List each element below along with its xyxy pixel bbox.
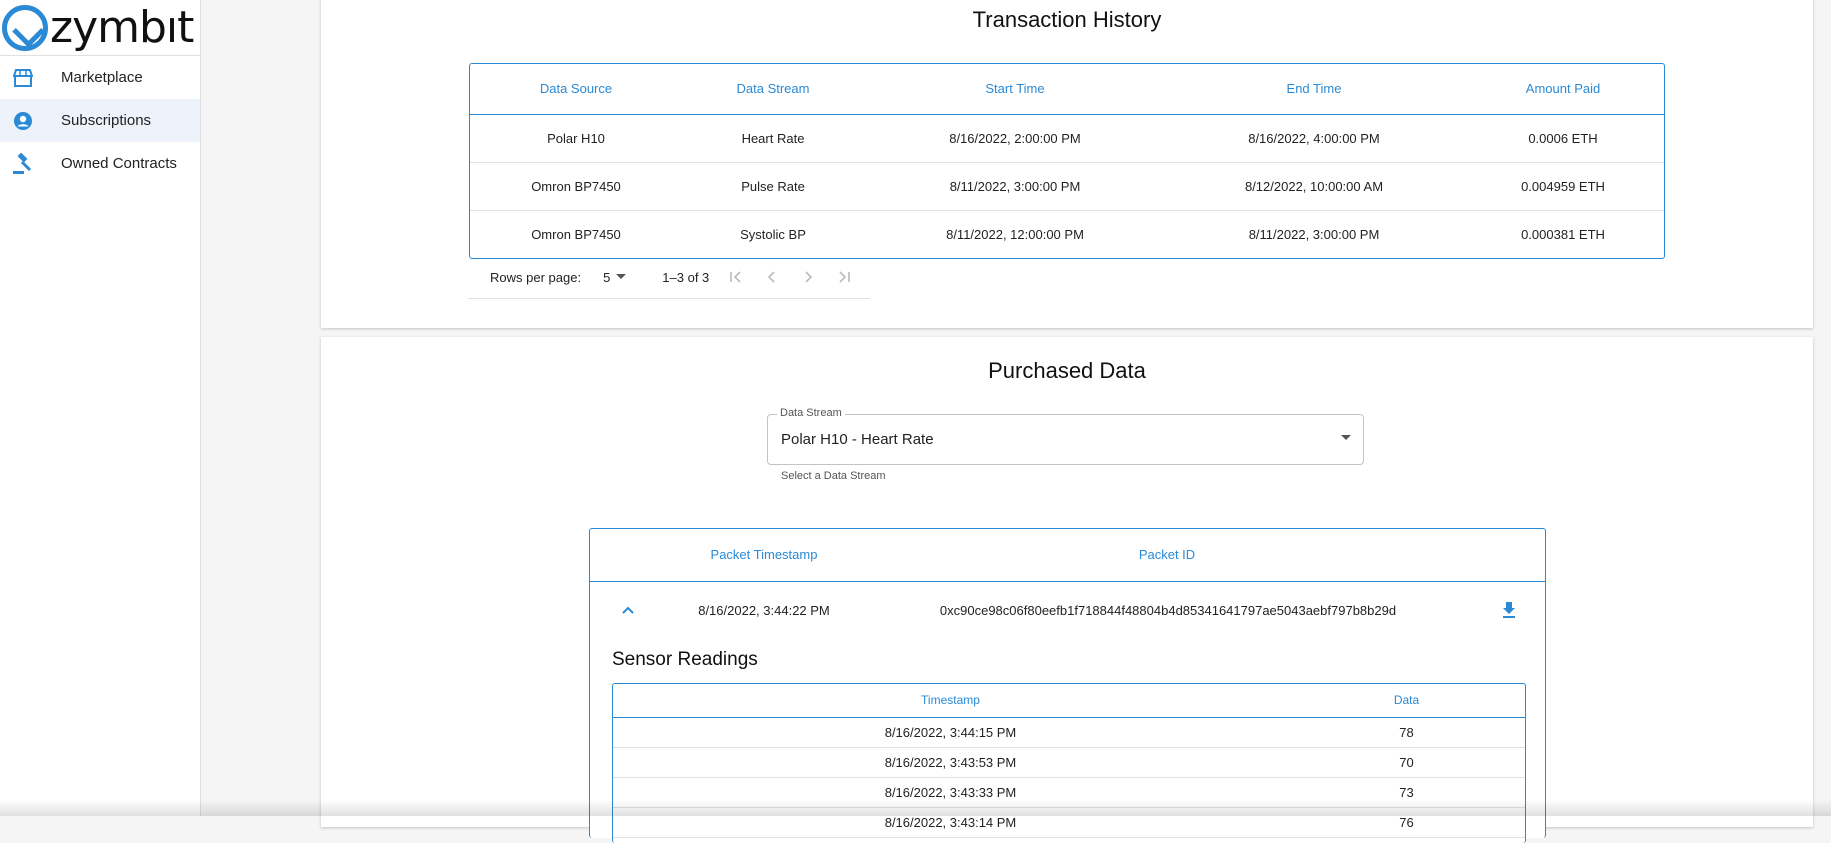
cell-timestamp: 8/16/2022, 3:44:15 PM xyxy=(613,717,1288,748)
table-row[interactable]: Omron BP7450 Systolic BP 8/11/2022, 12:0… xyxy=(470,210,1664,258)
column-header-data-stream[interactable]: Data Stream xyxy=(682,64,864,115)
cell-end-time: 8/16/2022, 4:00:00 PM xyxy=(1166,114,1462,163)
sensor-readings-table: Timestamp Data 8/16/2022, 3:44:15 PM 78 … xyxy=(612,683,1526,843)
column-header-timestamp[interactable]: Timestamp xyxy=(613,684,1288,718)
cell-amount-paid: 0.004959 ETH xyxy=(1462,162,1664,211)
rows-per-page-select[interactable]: 5 xyxy=(603,269,627,285)
transaction-history-title: Transaction History xyxy=(972,7,1162,32)
download-icon xyxy=(1503,602,1515,618)
sidebar-item-label: Owned Contracts xyxy=(61,155,177,172)
sidebar-item-marketplace[interactable]: Marketplace xyxy=(0,56,200,99)
caret-down-icon xyxy=(616,274,627,279)
cell-start-time: 8/16/2022, 2:00:00 PM xyxy=(864,114,1166,163)
table-header-row: Packet Timestamp Packet ID xyxy=(590,529,1545,582)
cell-data-stream: Pulse Rate xyxy=(682,162,864,211)
gavel-icon xyxy=(12,152,34,175)
rows-per-page-label: Rows per page: xyxy=(490,269,582,285)
cell-timestamp: 8/16/2022, 3:43:53 PM xyxy=(613,747,1288,778)
chevron-left-icon xyxy=(768,271,775,283)
data-stream-select[interactable]: Data Stream Polar H10 - Heart Rate xyxy=(767,407,1364,465)
column-header-data[interactable]: Data xyxy=(1288,684,1525,718)
collapse-row-button[interactable] xyxy=(590,606,665,614)
previous-page-button[interactable] xyxy=(763,271,781,283)
caret-down-icon xyxy=(1341,435,1351,440)
sidebar-item-subscriptions[interactable]: Subscriptions xyxy=(0,99,200,142)
cell-data-source: Polar H10 xyxy=(470,114,682,163)
first-page-icon xyxy=(730,271,741,283)
storefront-icon xyxy=(12,67,34,89)
column-header-amount-paid[interactable]: Amount Paid xyxy=(1462,64,1664,115)
cell-data-source: Omron BP7450 xyxy=(470,162,682,211)
column-header-data-source[interactable]: Data Source xyxy=(470,64,682,115)
packet-row[interactable]: 8/16/2022, 3:44:22 PM 0xc90ce98c06f80eef… xyxy=(590,582,1545,638)
packet-table: Packet Timestamp Packet ID 8/16/2022, 3:… xyxy=(589,528,1546,843)
table-pagination: Rows per page: 5 1–3 of 3 xyxy=(468,256,870,299)
cell-data-stream: Heart Rate xyxy=(682,114,864,163)
sensor-readings-title: Sensor Readings xyxy=(612,649,758,670)
chevron-right-icon xyxy=(805,271,813,283)
table-header-row: Data Source Data Stream Start Time End T… xyxy=(470,64,1664,115)
zymbit-logo-icon xyxy=(2,4,48,51)
cell-amount-paid: 0.0006 ETH xyxy=(1462,114,1664,163)
next-page-button[interactable] xyxy=(799,271,817,283)
page-bottom-shadow xyxy=(0,800,1831,816)
logo-text: zymbıt xyxy=(50,1,194,53)
table-row[interactable]: Polar H10 Heart Rate 8/16/2022, 2:00:00 … xyxy=(470,114,1664,163)
first-page-button[interactable] xyxy=(727,271,745,283)
column-header-packet-id[interactable]: Packet ID xyxy=(938,529,1396,582)
cell-end-time: 8/11/2022, 3:00:00 PM xyxy=(1248,226,1380,242)
data-stream-helper-text: Select a Data Stream xyxy=(781,470,886,482)
last-page-button[interactable] xyxy=(835,271,853,283)
purchased-data-title: Purchased Data xyxy=(988,358,1146,383)
table-row[interactable]: Omron BP7450 Pulse Rate 8/11/2022, 3:00:… xyxy=(470,162,1664,211)
account-circle-icon xyxy=(12,110,34,132)
zymbit-logo[interactable]: zymbıt xyxy=(0,0,200,56)
table-row: 8/16/2022, 3:43:53 PM 70 xyxy=(613,747,1525,778)
table-row: 8/16/2022, 3:44:15 PM 78 xyxy=(613,717,1525,748)
packet-timestamp: 8/16/2022, 3:44:22 PM xyxy=(698,602,830,618)
pagination-range: 1–3 of 3 xyxy=(662,269,710,285)
table-header-row: Timestamp Data xyxy=(613,684,1525,718)
cell-amount-paid: 0.000381 ETH xyxy=(1521,226,1605,242)
data-stream-select-value: Polar H10 - Heart Rate xyxy=(781,431,934,448)
cell-start-time: 8/11/2022, 12:00:00 PM xyxy=(946,226,1084,242)
sidebar-item-label: Subscriptions xyxy=(61,112,152,129)
cell-data-stream: Systolic BP xyxy=(740,226,806,242)
chevron-up-icon xyxy=(621,606,634,614)
cell-data: 78 xyxy=(1288,717,1525,748)
cell-data-source: Omron BP7450 xyxy=(531,226,621,242)
rows-per-page-value: 5 xyxy=(603,269,611,285)
cell-end-time: 8/12/2022, 10:00:00 AM xyxy=(1166,162,1462,211)
transaction-history-card: Transaction History Data Source Data Str… xyxy=(321,0,1813,328)
last-page-icon xyxy=(839,271,851,283)
purchased-data-card: Purchased Data Data Stream Polar H10 - H… xyxy=(321,337,1813,843)
cell-data: 70 xyxy=(1288,747,1525,778)
column-header-packet-timestamp[interactable]: Packet Timestamp xyxy=(590,529,938,582)
data-stream-select-label: Data Stream xyxy=(777,407,845,419)
column-header-end-time[interactable]: End Time xyxy=(1166,64,1462,115)
packet-id: 0xc90ce98c06f80eefb1f718844f48804b4d8534… xyxy=(939,602,1397,618)
sidebar-item-owned-contracts[interactable]: Owned Contracts xyxy=(0,142,200,185)
sidebar-item-label: Marketplace xyxy=(61,69,143,86)
column-header-start-time[interactable]: Start Time xyxy=(864,64,1166,115)
cell-start-time: 8/11/2022, 3:00:00 PM xyxy=(864,162,1166,211)
download-button[interactable] xyxy=(1473,602,1545,618)
transaction-table: Data Source Data Stream Start Time End T… xyxy=(469,63,1665,259)
sidebar: zymbıt Marketplace Subscriptions Owned C… xyxy=(0,0,201,816)
